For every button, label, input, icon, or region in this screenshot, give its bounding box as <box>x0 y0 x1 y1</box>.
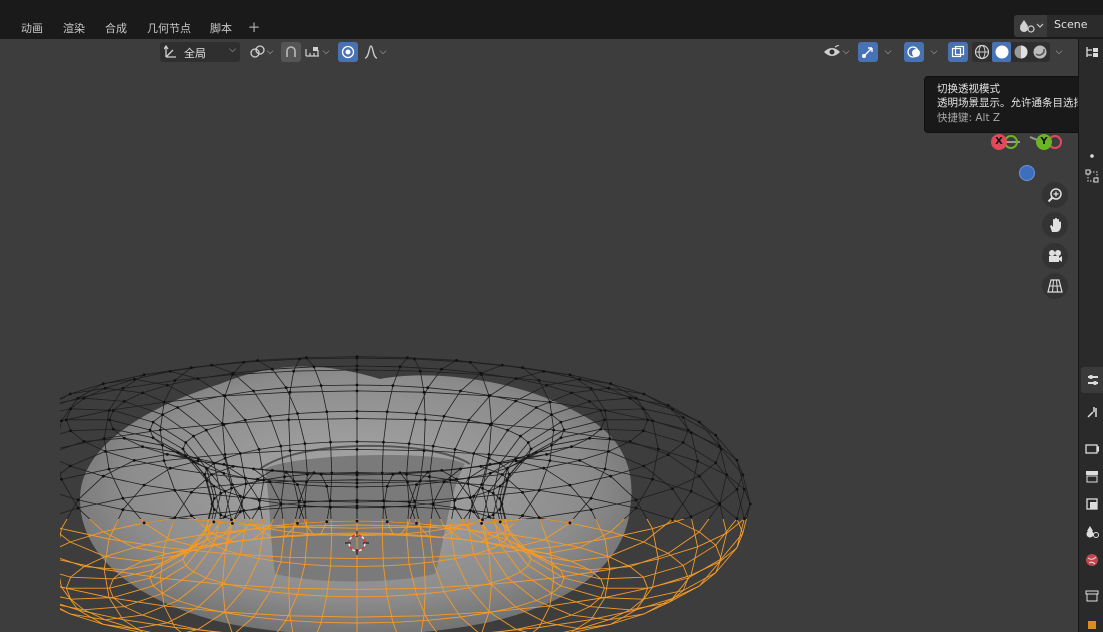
eye-icon <box>823 45 840 56</box>
workspace-bar: 动画 渲染 合成 几何节点 脚本 + Scene <box>0 0 1103 39</box>
overlay-toggle[interactable] <box>904 42 924 62</box>
orientation-icon <box>164 45 176 58</box>
scene-icon <box>1020 20 1044 33</box>
tooltip-shortcut: 快捷键: Alt Z <box>937 112 1001 124</box>
render-props-icon[interactable] <box>1085 441 1099 455</box>
falloff-curve-icon <box>364 45 377 59</box>
snap-target-dropdown[interactable]: ⌵ <box>302 42 332 62</box>
camera-icon <box>1049 250 1062 262</box>
scene-name: Scene <box>1054 18 1088 31</box>
gizmo-dropdown[interactable]: ⌵ <box>879 42 895 62</box>
snap-increment-icon <box>304 47 319 57</box>
scene-props-icon[interactable] <box>1085 525 1099 539</box>
overlay-dropdown[interactable]: ⌵ <box>925 42 941 62</box>
collection-props-icon[interactable] <box>1085 589 1099 603</box>
gizmo-toggle[interactable] <box>858 42 878 62</box>
properties-sidebar-edge <box>1078 39 1103 632</box>
tab-rendering[interactable]: 渲染 <box>61 20 87 38</box>
proportional-edit-toggle[interactable] <box>338 42 358 62</box>
camera-view-button[interactable] <box>1042 243 1068 269</box>
proportional-edit-icon <box>341 45 355 59</box>
visibility-dropdown[interactable]: ⌵ <box>820 42 852 62</box>
gizmo-icon <box>862 47 873 58</box>
transform-orientation-label: 全局 <box>184 47 206 60</box>
output-props-icon[interactable] <box>1085 469 1099 483</box>
shading-mode-group <box>972 42 1050 62</box>
xray-tooltip: 切换透视模式 透明场景显示。允许通条目选择. 快捷键: Alt Z <box>924 76 1078 133</box>
object-props-icon[interactable] <box>1085 617 1099 631</box>
outliner-icon[interactable] <box>1085 45 1099 59</box>
tab-geometry-nodes[interactable]: 几何节点 <box>145 20 193 38</box>
pivot-icon <box>249 45 265 58</box>
gizmo-axis-y[interactable]: Y <box>1036 134 1052 150</box>
tooltip-description: 透明场景显示。允许通条目选择. <box>937 97 1078 109</box>
hand-icon <box>1050 218 1061 232</box>
tab-compositing[interactable]: 合成 <box>103 20 129 38</box>
world-props-icon[interactable] <box>1085 553 1099 567</box>
dot-icon <box>1090 154 1094 158</box>
solid-shading-icon <box>995 45 1009 59</box>
vertex-select-icon[interactable] <box>1085 169 1099 183</box>
tooltip-title: 切换透视模式 <box>937 83 1000 95</box>
scene-browse-button[interactable] <box>1014 15 1047 37</box>
gizmo-axis-z[interactable] <box>1019 165 1035 181</box>
shading-dropdown[interactable]: ⌵ <box>1050 42 1066 62</box>
pan-button[interactable] <box>1042 212 1068 238</box>
grid-perspective-icon <box>1047 279 1063 293</box>
zoom-icon <box>1047 188 1062 203</box>
rendered-shading-icon[interactable] <box>1031 43 1049 61</box>
falloff-dropdown[interactable]: ⌵ <box>360 42 390 62</box>
wireframe-shading-icon[interactable] <box>973 43 991 61</box>
torus-mesh-object[interactable] <box>60 339 760 632</box>
material-shading-icon[interactable] <box>1012 43 1030 61</box>
solid-shading-button[interactable] <box>992 42 1011 62</box>
view-layer-icon[interactable] <box>1085 497 1099 511</box>
pivot-point-dropdown[interactable]: ⌵ <box>246 42 276 62</box>
xray-toggle[interactable] <box>948 42 968 62</box>
overlay-icon <box>907 46 920 58</box>
snap-toggle[interactable] <box>281 42 301 62</box>
3d-viewport[interactable]: ⌵ 全局 ⌵ ⌵ ⌵ ⌵ ⌵ ⌵ ⌵ X Y 切换透视模式 透明场景显示。允许通… <box>0 39 1078 632</box>
xray-icon <box>951 45 965 58</box>
wrench-icon[interactable] <box>1085 405 1099 419</box>
gizmo-axis-x[interactable]: X <box>991 134 1007 150</box>
tab-animation[interactable]: 动画 <box>19 20 45 38</box>
viewport-header: ⌵ 全局 ⌵ ⌵ ⌵ ⌵ ⌵ ⌵ ⌵ <box>0 39 1078 65</box>
zoom-button[interactable] <box>1042 182 1068 208</box>
add-workspace-button[interactable]: + <box>247 18 261 36</box>
tool-settings-icon <box>1088 375 1098 385</box>
snap-icon <box>286 46 296 57</box>
scene-selector[interactable]: Scene <box>1014 15 1103 37</box>
perspective-toggle-button[interactable] <box>1042 273 1068 299</box>
tab-scripting[interactable]: 脚本 <box>208 20 234 38</box>
tool-tab[interactable] <box>1081 367 1103 393</box>
